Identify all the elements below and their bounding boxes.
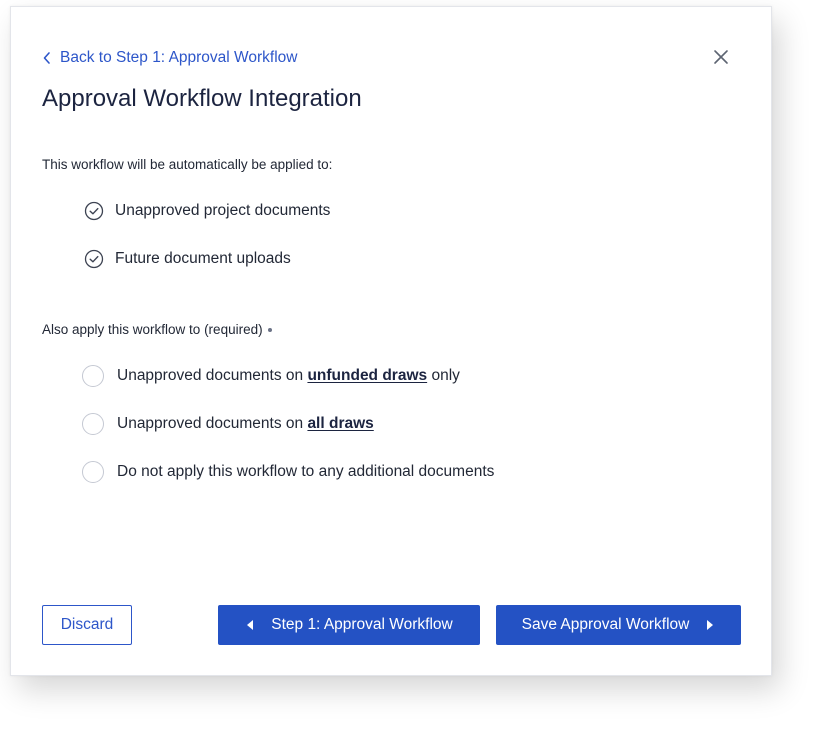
radio-option-none[interactable]: Do not apply this workflow to any additi… (82, 461, 494, 483)
save-button-label: Save Approval Workflow (521, 616, 690, 633)
chevron-left-icon (42, 51, 56, 65)
required-indicator (267, 328, 272, 333)
applied-item-label: Unapproved project documents (115, 202, 331, 219)
page: Back to Step 1: Approval Workflow Approv… (0, 0, 814, 751)
radio-option-all-draws[interactable]: Unapproved documents on all draws (82, 413, 374, 435)
applied-item-label: Future document uploads (115, 250, 291, 267)
caret-right-icon (705, 619, 715, 631)
radio-button[interactable] (82, 461, 104, 483)
radio-option-label: Unapproved documents on unfunded draws o… (117, 367, 460, 384)
check-circle-icon (84, 201, 104, 221)
step1-button[interactable]: Step 1: Approval Workflow (218, 605, 480, 645)
radio-option-unfunded-draws[interactable]: Unapproved documents on unfunded draws o… (82, 365, 460, 387)
applied-item: Unapproved project documents (84, 201, 330, 221)
approval-workflow-dialog: Back to Step 1: Approval Workflow Approv… (10, 6, 772, 676)
radio-option-emphasis: all draws (307, 415, 374, 432)
close-button[interactable] (711, 49, 731, 69)
radio-option-label: Do not apply this workflow to any additi… (117, 463, 495, 480)
check-circle-icon (84, 249, 104, 269)
radio-button[interactable] (82, 413, 104, 435)
radio-button[interactable] (82, 365, 104, 387)
save-approval-workflow-button[interactable]: Save Approval Workflow (496, 605, 741, 645)
close-icon (713, 49, 729, 70)
discard-button[interactable]: Discard (42, 605, 132, 645)
back-to-step1-link[interactable]: Back to Step 1: Approval Workflow (42, 49, 298, 67)
applied-intro-text: This workflow will be automatically be a… (42, 157, 333, 172)
caret-left-icon (245, 619, 255, 631)
radio-option-emphasis: unfunded draws (307, 367, 428, 384)
also-apply-label-text: Also apply this workflow to (required) (42, 322, 263, 337)
back-link-label: Back to Step 1: Approval Workflow (60, 49, 298, 66)
also-apply-label: Also apply this workflow to (required) (42, 322, 272, 337)
applied-item: Future document uploads (84, 249, 291, 269)
dialog-title: Approval Workflow Integration (42, 85, 362, 112)
radio-option-label: Unapproved documents on all draws (117, 415, 374, 432)
step1-button-label: Step 1: Approval Workflow (271, 616, 453, 633)
